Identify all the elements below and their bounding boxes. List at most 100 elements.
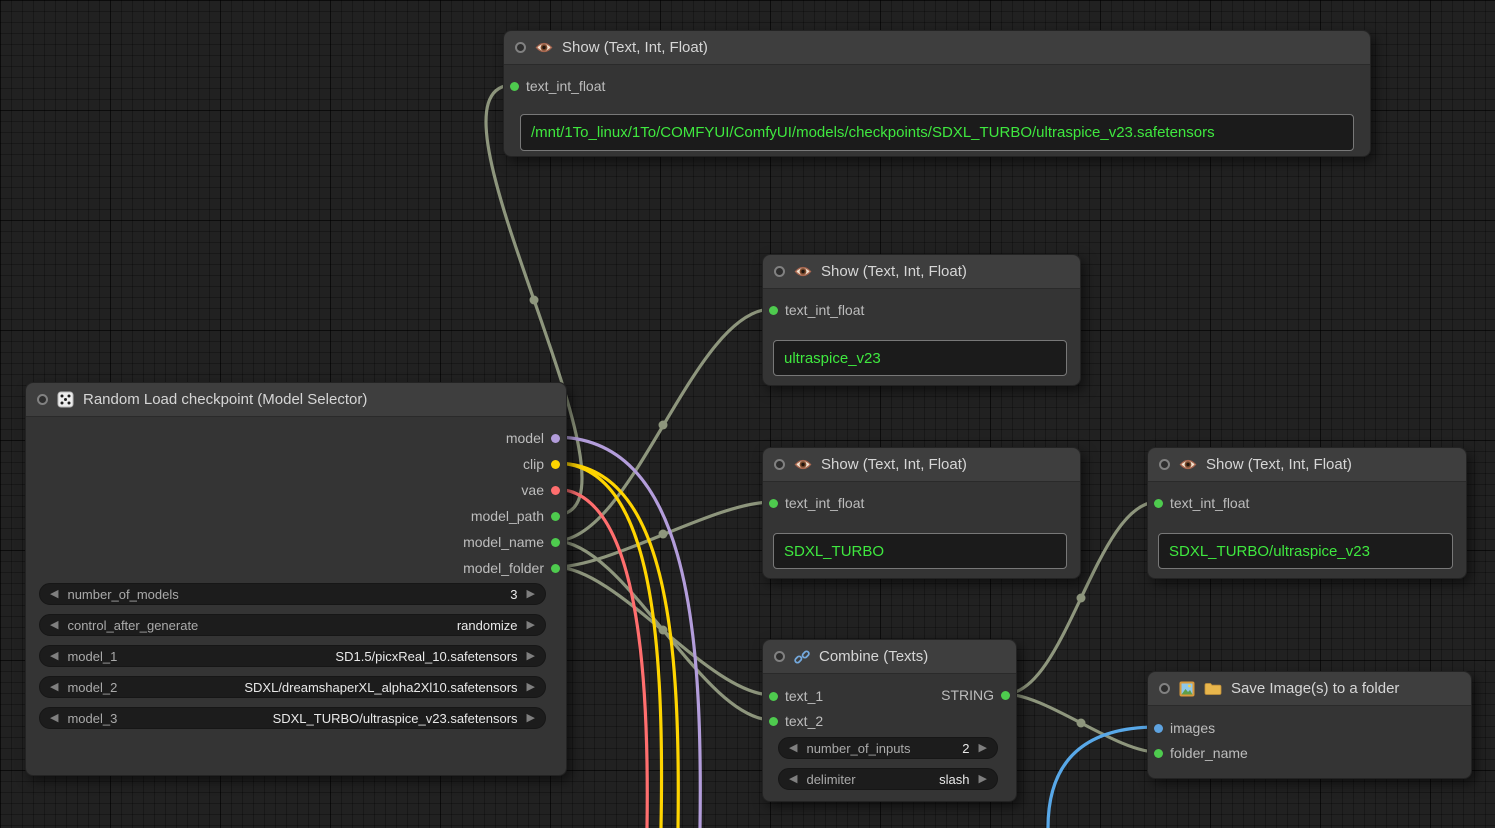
input-slot-text-2[interactable]: text_2	[769, 711, 823, 731]
node-save-image-to-folder[interactable]: Save Image(s) to a folder images folder_…	[1147, 671, 1472, 779]
node-header[interactable]: Show (Text, Int, Float)	[1148, 448, 1466, 482]
input-slot-text-int-float[interactable]: text_int_float	[769, 300, 864, 320]
decrement-arrow[interactable]: ◀	[50, 620, 58, 631]
widget-label: number_of_inputs	[806, 741, 910, 756]
node-header[interactable]: Random Load checkpoint (Model Selector)	[26, 383, 566, 417]
input-dot[interactable]	[769, 692, 778, 701]
link-dot	[530, 296, 539, 305]
node-combine-texts[interactable]: Combine (Texts) text_1 text_2 STRING ◀ n…	[762, 639, 1017, 802]
increment-arrow[interactable]: ▶	[979, 774, 987, 785]
increment-arrow[interactable]: ▶	[527, 620, 535, 631]
output-dot-vae[interactable]	[551, 486, 560, 495]
widget-number-of-inputs[interactable]: ◀ number_of_inputs 2 ▶	[778, 737, 998, 759]
value-display[interactable]: SDXL_TURBO	[773, 533, 1067, 569]
output-dot-clip[interactable]	[551, 460, 560, 469]
node-header[interactable]: Save Image(s) to a folder	[1148, 672, 1471, 706]
widget-label: model_1	[67, 649, 117, 664]
node-show-name[interactable]: Show (Text, Int, Float) text_int_float u…	[762, 254, 1081, 386]
decrement-arrow[interactable]: ◀	[789, 774, 797, 785]
decrement-arrow[interactable]: ◀	[50, 651, 58, 662]
collapse-dot[interactable]	[37, 394, 48, 405]
decrement-arrow[interactable]: ◀	[50, 682, 58, 693]
collapse-dot[interactable]	[774, 266, 785, 277]
collapse-dot[interactable]	[774, 459, 785, 470]
widget-label: model_2	[67, 680, 117, 695]
input-dot[interactable]	[769, 306, 778, 315]
node-header[interactable]: Show (Text, Int, Float)	[763, 448, 1080, 482]
node-show-path[interactable]: Show (Text, Int, Float) text_int_float /…	[503, 30, 1371, 157]
output-slot-vae[interactable]: vae	[521, 480, 560, 500]
widget-value: SDXL_TURBO/ultraspice_v23.safetensors	[273, 711, 518, 726]
widget-model-2[interactable]: ◀ model_2 SDXL/dreamshaperXL_alpha2Xl10.…	[39, 676, 546, 698]
slot-label: text_int_float	[785, 495, 864, 511]
decrement-arrow[interactable]: ◀	[50, 713, 58, 724]
slot-label: text_int_float	[1170, 495, 1249, 511]
widget-list: ◀ number_of_models 3 ▶ ◀ control_after_g…	[39, 583, 546, 729]
collapse-dot[interactable]	[1159, 459, 1170, 470]
increment-arrow[interactable]: ▶	[527, 589, 535, 600]
decrement-arrow[interactable]: ◀	[50, 589, 58, 600]
slot-label: text_2	[785, 713, 823, 729]
collapse-dot[interactable]	[774, 651, 785, 662]
value-text: SDXL_TURBO	[784, 543, 884, 560]
output-slot-model[interactable]: model	[506, 428, 560, 448]
output-slot-clip[interactable]: clip	[523, 454, 560, 474]
output-dot-model[interactable]	[551, 434, 560, 443]
widget-model-1[interactable]: ◀ model_1 SD1.5/picxReal_10.safetensors …	[39, 645, 546, 667]
output-dot-string[interactable]	[1001, 691, 1010, 700]
node-show-folder[interactable]: Show (Text, Int, Float) text_int_float S…	[762, 447, 1081, 579]
widget-control-after-generate[interactable]: ◀ control_after_generate randomize ▶	[39, 614, 546, 636]
wire-clip-a	[555, 463, 678, 828]
widget-value: 3	[510, 587, 517, 602]
comfyui-canvas[interactable]: { "colors": { "wire_string": "#8e967d", …	[0, 0, 1495, 828]
collapse-dot[interactable]	[1159, 683, 1170, 694]
widget-delimiter[interactable]: ◀ delimiter slash ▶	[778, 768, 998, 790]
output-dot-model-name[interactable]	[551, 538, 560, 547]
wire-image-to-save	[1048, 727, 1157, 828]
value-display[interactable]: /mnt/1To_linux/1To/COMFYUI/ComfyUI/model…	[520, 114, 1354, 151]
node-header[interactable]: Combine (Texts)	[763, 640, 1016, 674]
value-display[interactable]: ultraspice_v23	[773, 340, 1067, 376]
input-slot-text-1[interactable]: text_1	[769, 686, 823, 706]
widget-label: control_after_generate	[67, 618, 198, 633]
input-slot-text-int-float[interactable]: text_int_float	[1154, 493, 1249, 513]
node-show-combined[interactable]: Show (Text, Int, Float) text_int_float S…	[1147, 447, 1467, 579]
link-dot	[659, 530, 668, 539]
node-title: Show (Text, Int, Float)	[562, 39, 708, 56]
eye-icon	[1179, 458, 1197, 471]
collapse-dot[interactable]	[515, 42, 526, 53]
decrement-arrow[interactable]: ◀	[789, 743, 797, 754]
output-dot-model-folder[interactable]	[551, 564, 560, 573]
input-slot-folder-name[interactable]: folder_name	[1154, 743, 1248, 763]
slot-label: model_name	[463, 534, 544, 550]
node-title: Save Image(s) to a folder	[1231, 680, 1399, 697]
increment-arrow[interactable]: ▶	[527, 713, 535, 724]
slot-label: images	[1170, 720, 1215, 736]
widget-number-of-models[interactable]: ◀ number_of_models 3 ▶	[39, 583, 546, 605]
input-dot[interactable]	[769, 717, 778, 726]
input-dot[interactable]	[510, 82, 519, 91]
increment-arrow[interactable]: ▶	[527, 682, 535, 693]
output-slot-string[interactable]: STRING	[941, 685, 1010, 705]
input-dot[interactable]	[1154, 499, 1163, 508]
input-dot[interactable]	[769, 499, 778, 508]
slot-label: folder_name	[1170, 745, 1248, 761]
output-dot-model-path[interactable]	[551, 512, 560, 521]
output-slot-model-path[interactable]: model_path	[471, 506, 560, 526]
input-slot-text-int-float[interactable]: text_int_float	[769, 493, 864, 513]
eye-icon	[794, 265, 812, 278]
input-slot-images[interactable]: images	[1154, 718, 1215, 738]
input-dot-folder-name[interactable]	[1154, 749, 1163, 758]
slot-label: vae	[521, 482, 544, 498]
widget-model-3[interactable]: ◀ model_3 SDXL_TURBO/ultraspice_v23.safe…	[39, 707, 546, 729]
input-dot-images[interactable]	[1154, 724, 1163, 733]
node-header[interactable]: Show (Text, Int, Float)	[763, 255, 1080, 289]
output-slot-model-name[interactable]: model_name	[463, 532, 560, 552]
input-slot-text-int-float[interactable]: text_int_float	[510, 76, 605, 96]
increment-arrow[interactable]: ▶	[979, 743, 987, 754]
node-header[interactable]: Show (Text, Int, Float)	[504, 31, 1370, 65]
output-slot-model-folder[interactable]: model_folder	[463, 558, 560, 578]
value-display[interactable]: SDXL_TURBO/ultraspice_v23	[1158, 533, 1453, 569]
increment-arrow[interactable]: ▶	[527, 651, 535, 662]
node-random-load-checkpoint[interactable]: Random Load checkpoint (Model Selector) …	[25, 382, 567, 776]
